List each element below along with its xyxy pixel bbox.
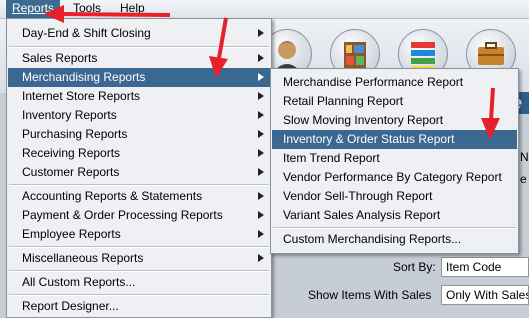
- annotation-arrow-inventory-status: [481, 87, 500, 140]
- annotation-arrow-merchandising: [209, 17, 228, 78]
- annotation-arrow-reports: [44, 5, 171, 23]
- annotation-arrows: [44, 5, 500, 140]
